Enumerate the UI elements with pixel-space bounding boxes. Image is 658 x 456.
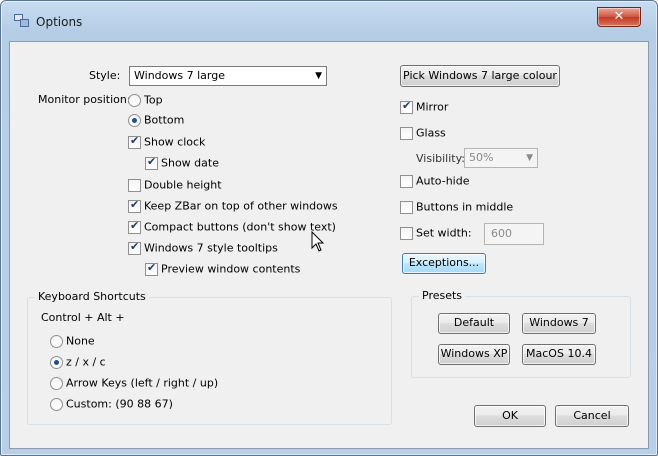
keep-on-top-checkbox[interactable]: Keep ZBar on top of other windows (128, 198, 338, 215)
visibility-label: Visibility: (416, 152, 466, 165)
width-input[interactable]: 600 (484, 223, 544, 245)
buttons-middle-label: Buttons in middle (416, 200, 514, 214)
style-dropdown[interactable]: Windows 7 large ▼ (129, 66, 327, 86)
close-icon: ✕ (613, 9, 625, 24)
glass-label: Glass (416, 126, 446, 140)
compact-buttons-label: Compact buttons (don't show text) (144, 220, 336, 234)
keyboard-shortcuts-title: Keyboard Shortcuts (35, 290, 149, 304)
presets-group (411, 296, 631, 378)
position-bottom-radio[interactable]: Bottom (128, 113, 184, 129)
pick-colour-button[interactable]: Pick Windows 7 large colour (400, 65, 560, 87)
chevron-down-icon: ▼ (315, 71, 322, 81)
options-window: Options ✕ Style: Windows 7 large ▼ Monit… (0, 0, 658, 456)
compact-buttons-checkbox[interactable]: Compact buttons (don't show text) (128, 219, 336, 236)
shortcut-custom-radio[interactable]: Custom: (90 88 67) (50, 397, 173, 413)
double-height-label: Double height (144, 178, 222, 192)
auto-hide-label: Auto-hide (416, 174, 470, 188)
shortcut-zxc-label: z / x / c (66, 355, 106, 369)
tooltips-checkbox[interactable]: Windows 7 style tooltips (128, 240, 278, 257)
preset-windowsxp-button[interactable]: Windows XP (438, 344, 510, 365)
exceptions-button[interactable]: Exceptions... (402, 253, 486, 274)
tooltips-label: Windows 7 style tooltips (144, 241, 278, 255)
show-date-label: Show date (161, 156, 219, 170)
dialog-client-area: Style: Windows 7 large ▼ Monitor positio… (9, 41, 649, 449)
position-bottom-label: Bottom (144, 113, 185, 127)
double-height-checkbox[interactable]: Double height (128, 178, 222, 194)
chevron-down-icon: ▼ (526, 153, 533, 163)
visibility-value: 50% (469, 151, 494, 164)
shortcut-zxc-radio[interactable]: z / x / c (50, 355, 106, 371)
shortcut-custom-label: Custom: (90 88 67) (66, 397, 173, 411)
position-top-radio[interactable]: Top (128, 93, 163, 109)
modifier-label: Control + Alt + (41, 311, 125, 324)
shortcut-arrows-radio[interactable]: Arrow Keys (left / right / up) (50, 376, 218, 392)
visibility-dropdown[interactable]: 50% ▼ (464, 148, 538, 168)
mirror-label: Mirror (416, 100, 449, 114)
window-title: Options (36, 15, 83, 29)
shortcut-none-radio[interactable]: None (50, 334, 95, 350)
shortcut-arrows-label: Arrow Keys (left / right / up) (66, 376, 219, 390)
auto-hide-checkbox[interactable]: Auto-hide (400, 174, 470, 190)
close-button[interactable]: ✕ (597, 7, 641, 27)
set-width-checkbox[interactable]: Set width: (400, 226, 472, 242)
title-bar[interactable]: Options ✕ (1, 1, 657, 31)
shortcut-none-label: None (66, 334, 95, 348)
keep-on-top-label: Keep ZBar on top of other windows (144, 199, 338, 213)
monitor-position-label: Monitor position: (38, 93, 131, 106)
presets-title: Presets (419, 289, 466, 303)
cancel-button[interactable]: Cancel (555, 405, 629, 427)
show-date-checkbox[interactable]: Show date (145, 155, 219, 172)
preset-windows7-button[interactable]: Windows 7 (522, 313, 596, 334)
glass-checkbox[interactable]: Glass (400, 126, 446, 142)
preview-contents-label: Preview window contents (161, 262, 301, 276)
style-dropdown-value: Windows 7 large (134, 69, 225, 82)
show-clock-label: Show clock (144, 135, 206, 149)
position-top-label: Top (144, 93, 163, 107)
set-width-label: Set width: (416, 226, 472, 240)
preview-contents-checkbox[interactable]: Preview window contents (145, 261, 301, 278)
preset-default-button[interactable]: Default (438, 313, 510, 334)
preset-macos-button[interactable]: MacOS 10.4 (522, 344, 596, 365)
ok-button[interactable]: OK (474, 405, 546, 427)
app-windows-icon (14, 14, 30, 28)
show-clock-checkbox[interactable]: Show clock (128, 134, 206, 151)
buttons-middle-checkbox[interactable]: Buttons in middle (400, 200, 513, 216)
style-label: Style: (89, 69, 121, 82)
mirror-checkbox[interactable]: Mirror (400, 99, 449, 116)
mouse-cursor-icon (311, 231, 325, 252)
